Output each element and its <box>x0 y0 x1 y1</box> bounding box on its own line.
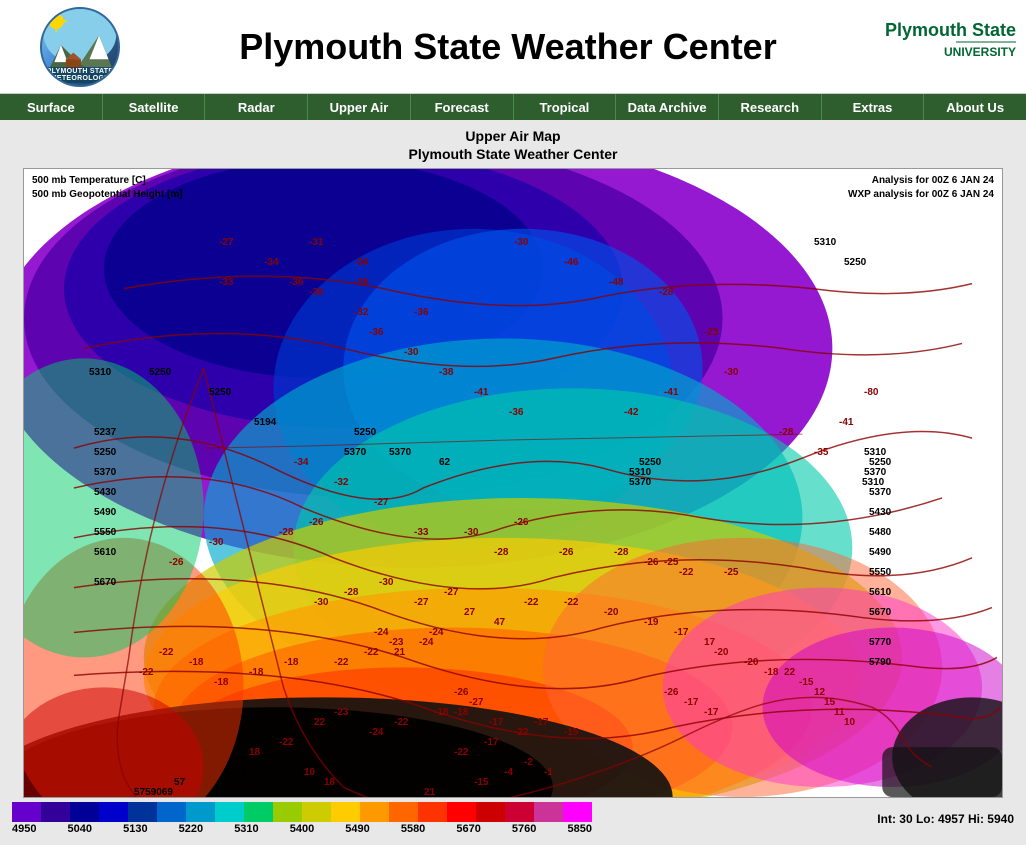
main-content: Upper Air Map Plymouth State Weather Cen… <box>0 120 1026 845</box>
psu-logo: Plymouth State UNIVERSITY <box>866 14 1016 80</box>
nav-radar[interactable]: Radar <box>205 94 308 120</box>
nav-about-us[interactable]: About Us <box>924 94 1026 120</box>
scale-label-5310: 5310 <box>234 823 258 835</box>
scale-label-5670: 5670 <box>456 823 480 835</box>
nav-data-archive[interactable]: Data Archive <box>616 94 719 120</box>
scale-labels: 4950 5040 5130 5220 5310 5400 5490 5580 … <box>12 823 592 835</box>
nav-surface[interactable]: Surface <box>0 94 103 120</box>
color-scale-bar <box>12 802 592 822</box>
scale-info: Int: 30 Lo: 4957 Hi: 5940 <box>877 812 1014 826</box>
weather-map: 500 mb Temperature [C] 500 mb Geopotenti… <box>23 168 1003 798</box>
site-logo: PLYMOUTH STATE METEOROLOGY <box>40 7 120 87</box>
scale-bar-container: 4950 5040 5130 5220 5310 5400 5490 5580 … <box>10 802 1016 835</box>
scale-bar-wrapper: 4950 5040 5130 5220 5310 5400 5490 5580 … <box>12 802 592 835</box>
scale-label-5490: 5490 <box>345 823 369 835</box>
scale-label-5580: 5580 <box>401 823 425 835</box>
site-header: PLYMOUTH STATE METEOROLOGY Plymouth Stat… <box>0 0 1026 94</box>
main-nav: Surface Satellite Radar Upper Air Foreca… <box>0 94 1026 120</box>
scale-label-5760: 5760 <box>512 823 536 835</box>
nav-upper-air[interactable]: Upper Air <box>308 94 411 120</box>
nav-research[interactable]: Research <box>719 94 822 120</box>
map-title: Upper Air Map <box>10 128 1016 144</box>
scale-label-5130: 5130 <box>123 823 147 835</box>
scale-label-5850: 5850 <box>567 823 591 835</box>
scale-label-4950: 4950 <box>12 823 36 835</box>
svg-text:UNIVERSITY: UNIVERSITY <box>944 45 1016 59</box>
psu-logo-name: Plymouth State UNIVERSITY <box>876 14 1016 80</box>
nav-satellite[interactable]: Satellite <box>103 94 206 120</box>
map-info-top-right: Analysis for 00Z 6 JAN 24 WXP analysis f… <box>848 174 994 202</box>
nav-forecast[interactable]: Forecast <box>411 94 514 120</box>
map-subtitle: Plymouth State Weather Center <box>10 146 1016 162</box>
logo-area: PLYMOUTH STATE METEOROLOGY <box>10 7 150 87</box>
map-info-top-left: 500 mb Temperature [C] 500 mb Geopotenti… <box>32 174 183 202</box>
svg-text:Plymouth State: Plymouth State <box>885 20 1016 40</box>
nav-extras[interactable]: Extras <box>822 94 925 120</box>
site-title: Plymouth State Weather Center <box>150 26 866 68</box>
nav-tropical[interactable]: Tropical <box>514 94 617 120</box>
scale-label-5400: 5400 <box>290 823 314 835</box>
scale-label-5040: 5040 <box>68 823 92 835</box>
scale-label-5220: 5220 <box>179 823 203 835</box>
logo-text: PLYMOUTH STATE METEOROLOGY <box>42 67 118 83</box>
